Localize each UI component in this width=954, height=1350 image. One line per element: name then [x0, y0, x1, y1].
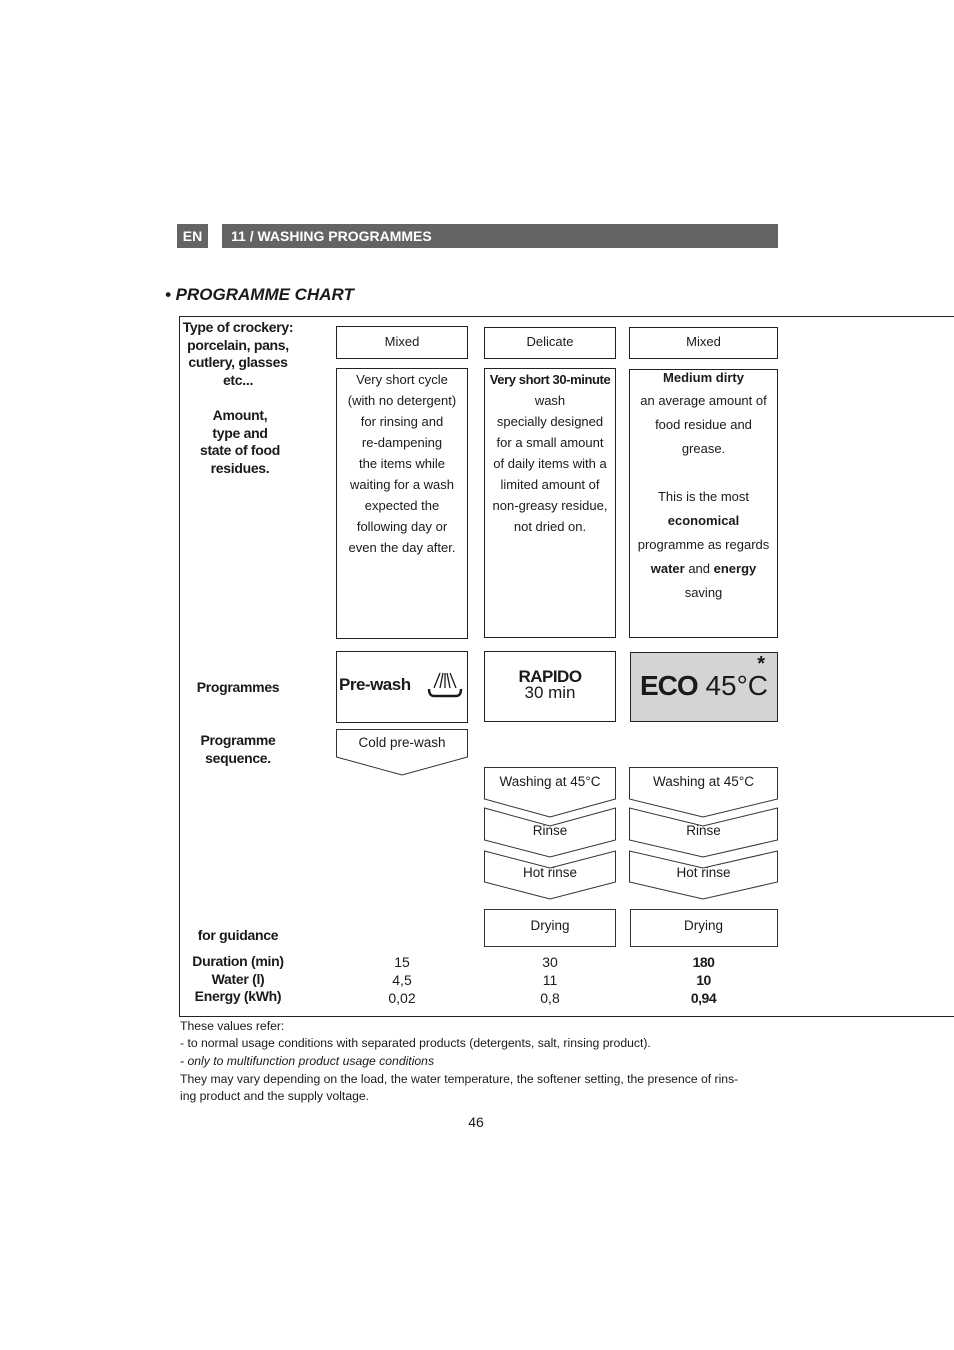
values-rapido: 30 11 0,8	[484, 953, 616, 1007]
duration-value: 180	[692, 954, 715, 970]
sequence-arrows	[336, 729, 778, 947]
step-drying: Drying	[530, 918, 570, 933]
energy-value: 0,02	[388, 990, 416, 1006]
duration-value: 30	[542, 954, 558, 970]
note-line: They may vary depending on the load, the…	[180, 1072, 739, 1086]
page-number: 46	[468, 1114, 484, 1130]
water-value: 4,5	[392, 972, 412, 988]
energy-value: 0,8	[540, 990, 560, 1006]
step-washing: Washing at 45°C	[499, 774, 601, 789]
energy-value: 0,94	[690, 990, 717, 1006]
step-washing: Washing at 45°C	[653, 774, 754, 789]
water-value: 10	[696, 972, 711, 988]
page: EN 11 / WASHING PROGRAMMES • PROGRAMME C…	[0, 0, 954, 1350]
step-hot-rinse: Hot rinse	[522, 865, 578, 880]
step-rinse: Rinse	[686, 823, 721, 838]
step-cold-prewash: Cold pre-wash	[358, 735, 446, 750]
note-line: These values refer:	[180, 1019, 285, 1033]
values-eco: 180 10 0,94	[629, 953, 778, 1007]
water-value: 11	[542, 972, 558, 988]
duration-value: 15	[394, 954, 410, 970]
note-line: - to normal usage conditions with separa…	[180, 1036, 651, 1050]
values-prewash: 15 4,5 0,02	[336, 953, 468, 1007]
step-hot-rinse: Hot rinse	[676, 865, 731, 880]
step-rinse: Rinse	[532, 823, 568, 838]
note-line: - only to multifunction product usage co…	[180, 1054, 435, 1068]
step-drying: Drying	[683, 918, 723, 933]
note-line: ing product and the supply voltage.	[180, 1089, 370, 1103]
